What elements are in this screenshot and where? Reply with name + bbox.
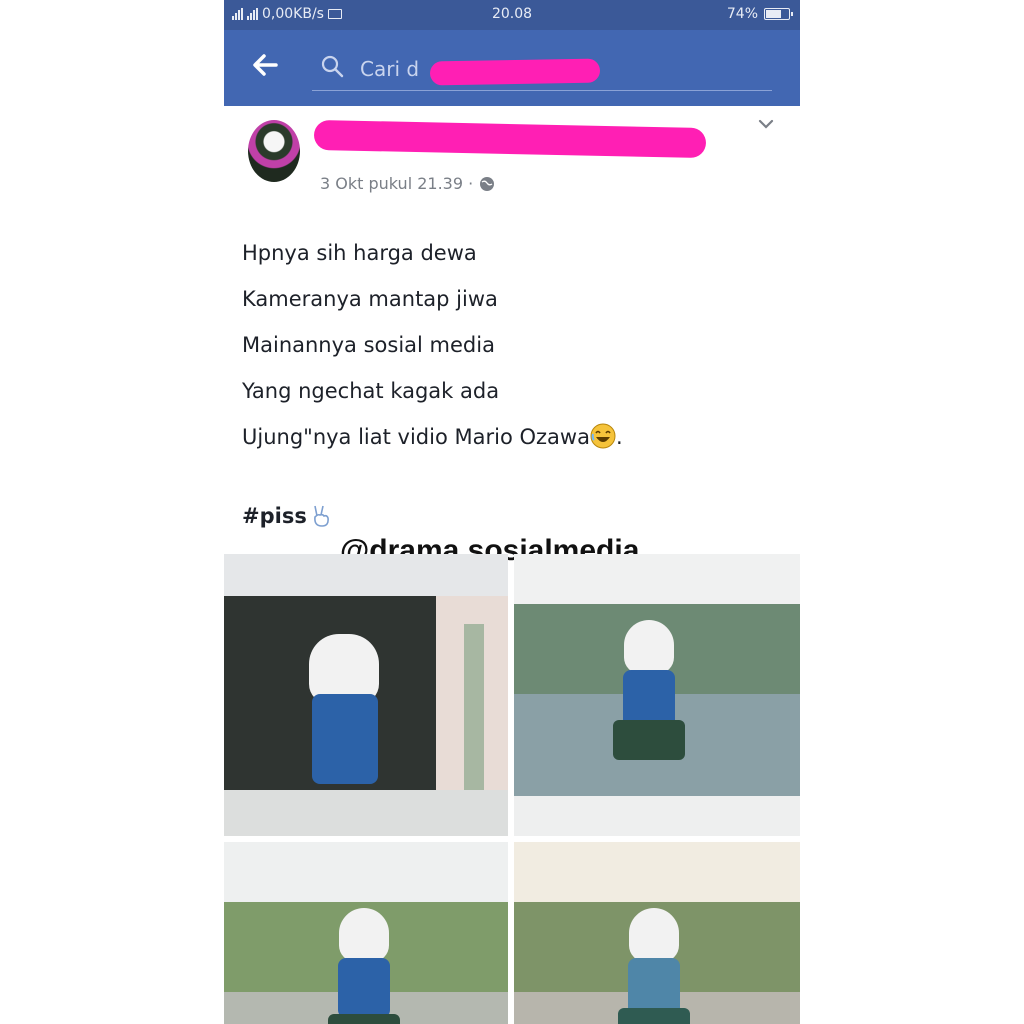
peace-hand-icon [313,505,329,527]
redaction-mark [429,58,601,86]
post-line-5-text: Ujung"nya liat vidio Mario Ozawa [242,425,590,449]
photo-1[interactable] [224,554,508,836]
laughing-emoji-icon [590,423,616,449]
photo-3[interactable] [224,842,508,1024]
redaction-mark-name [313,119,707,159]
globe-icon [480,176,495,191]
clock: 20.08 [491,6,533,22]
battery-icon [764,8,793,20]
post-line-5-suffix: . [615,425,623,449]
timestamp-text: 3 Okt pukul 21.39 · [320,174,474,193]
post-line-1: Hpnya sih harga dewa [242,241,477,265]
status-bar: 0,00KB/s 20.08 74% [224,0,800,30]
search-app-bar [224,30,800,106]
post-text: Hpnya sih harga dewa Kameranya mantap ji… [242,230,782,460]
search-box[interactable] [312,48,772,91]
battery-percent: 74% [726,6,758,22]
avatar[interactable] [248,120,300,182]
post-timestamp[interactable]: 3 Okt pukul 21.39 · [320,174,495,193]
post-line-2: Kameranya mantap jiwa [242,287,498,311]
hashtag-text: #piss [242,504,307,528]
post-line-3: Mainannya sosial media [242,333,495,357]
search-icon [321,55,344,78]
arrow-left-icon[interactable] [250,50,286,86]
chevron-down-icon[interactable] [756,114,776,134]
hashtag[interactable]: #piss [242,504,333,528]
facebook-post-screen: 0,00KB/s 20.08 74% 3 Okt pukul 21.39 · H… [224,0,800,1024]
post-line-4: Yang ngechat kagak ada [242,379,500,403]
photo-4[interactable] [514,842,800,1024]
photo-2[interactable] [514,554,800,836]
post-line-5: Ujung"nya liat vidio Mario Ozawa. [242,414,782,460]
